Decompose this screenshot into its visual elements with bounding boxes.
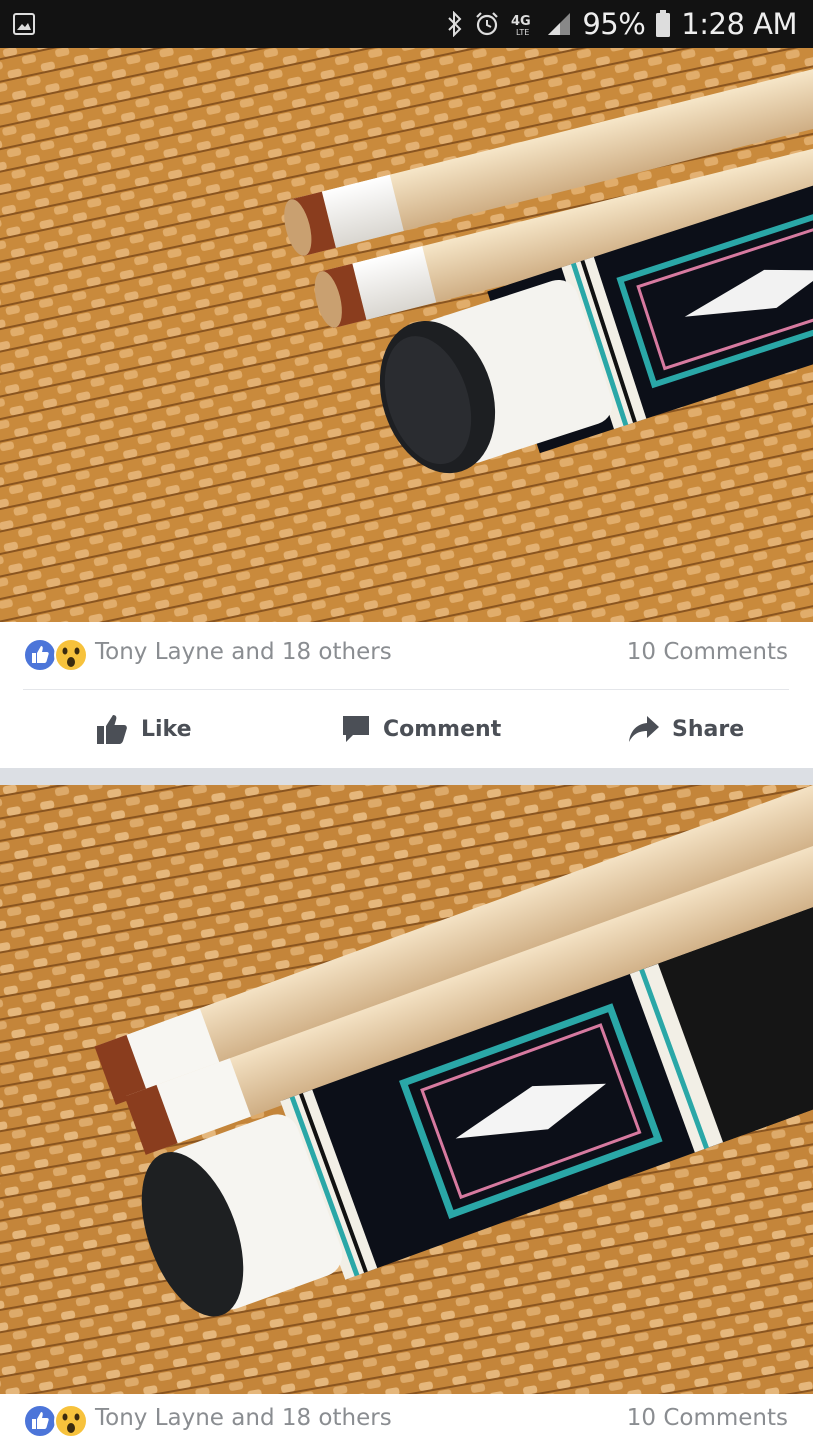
post-photo-2[interactable] [0,785,813,1394]
wow-reaction-icon [54,638,88,672]
pool-cue-photo [0,48,813,622]
thumbs-up-icon [97,715,127,744]
post-actions: Like Comment Share [0,690,813,768]
svg-text:4G: 4G [511,14,531,29]
comments-count[interactable]: 10 Comments [627,639,788,665]
battery-icon [656,10,671,37]
reaction-icons [23,638,88,672]
alarm-icon [476,12,499,36]
reaction-names[interactable]: Tony Layne and 18 others [95,639,392,665]
lte-icon: 4G LTE [511,14,531,37]
bluetooth-icon [448,11,462,37]
pool-cue-photo [0,785,813,1394]
comment-icon [343,716,369,742]
signal-icon [548,13,571,35]
clock: 1:28 AM [681,7,797,41]
share-button[interactable]: Share [628,710,744,748]
post-photo-1[interactable] [0,48,813,622]
reaction-icons [23,1404,88,1438]
share-label: Share [672,716,745,742]
reactions-bar[interactable]: Tony Layne and 18 others 10 Comments [0,1394,813,1446]
feed-separator [0,768,813,785]
reactions-bar[interactable]: Tony Layne and 18 others 10 Comments [0,622,813,686]
status-bar: 4G LTE 95% 1:28 AM [0,0,813,48]
svg-text:LTE: LTE [516,28,529,37]
battery-percent: 95% [582,7,646,41]
reaction-names[interactable]: Tony Layne and 18 others [95,1405,392,1431]
gallery-icon [13,13,35,35]
like-button[interactable]: Like [95,710,192,748]
like-reaction-icon [23,638,57,672]
wow-reaction-icon [54,1404,88,1438]
like-label: Like [141,716,192,742]
comment-button[interactable]: Comment [341,710,501,748]
comments-count[interactable]: 10 Comments [627,1405,788,1431]
share-arrow-icon [629,716,659,742]
comment-label: Comment [383,716,502,742]
like-reaction-icon [23,1404,57,1438]
